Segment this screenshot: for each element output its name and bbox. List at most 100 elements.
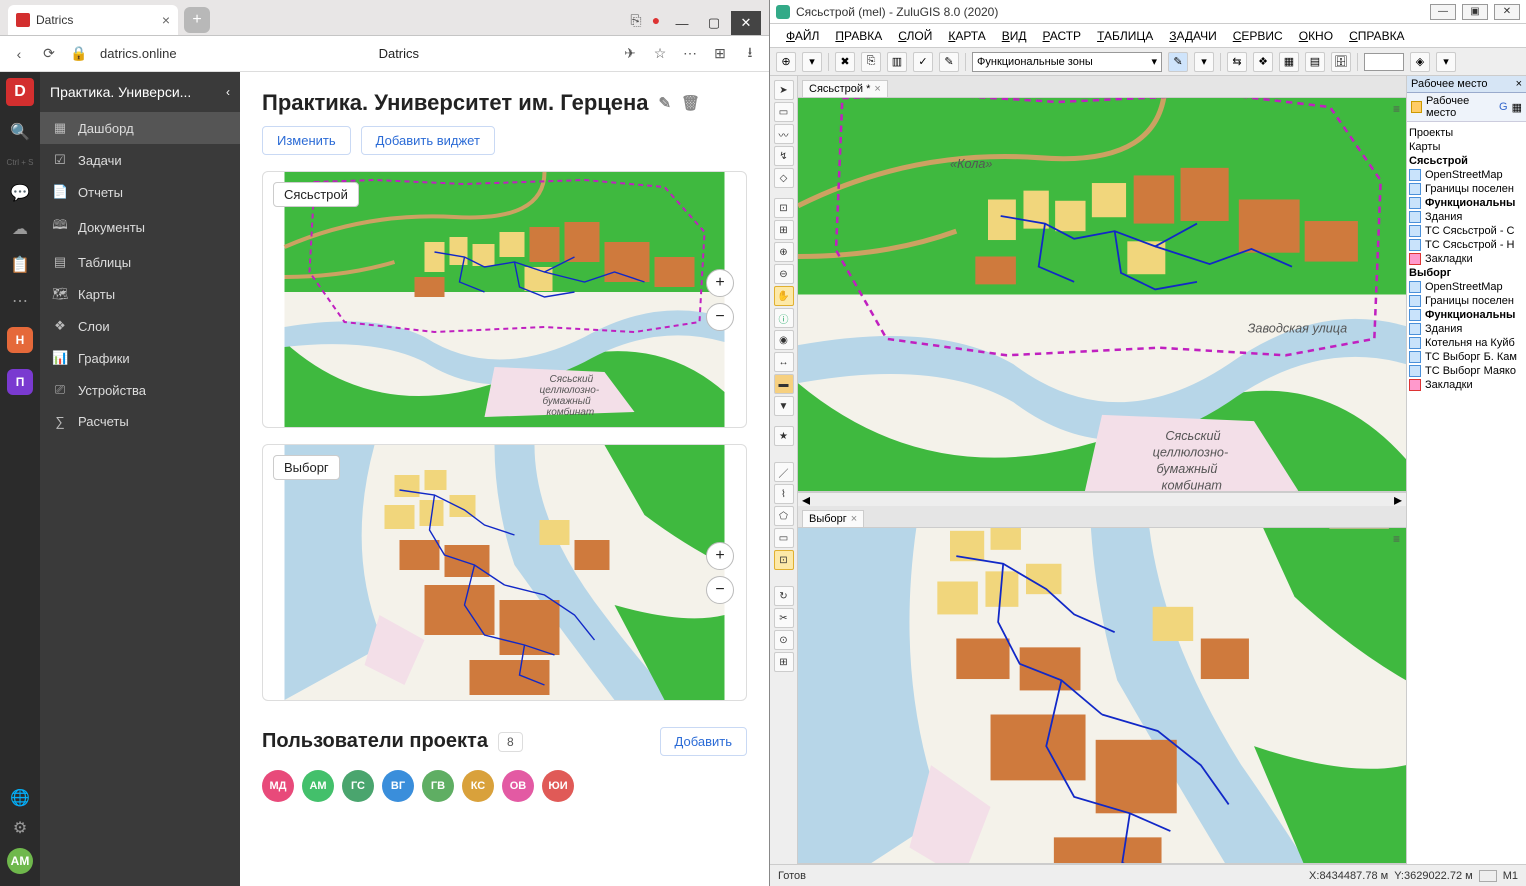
toolbar-table-icon[interactable]: ▤ (1305, 52, 1325, 72)
menu-window[interactable]: ОКНО (1293, 27, 1339, 45)
tree-item[interactable]: Котельня на Куйб (1409, 336, 1524, 350)
tree-item[interactable]: Границы поселен (1409, 294, 1524, 308)
sidebar-item-layers[interactable]: ❖Слои (40, 310, 240, 342)
tool-polygon-icon[interactable]: ⬠ (774, 506, 794, 526)
panel-close-icon[interactable]: × (1516, 78, 1522, 90)
tree-item[interactable]: OpenStreetMap (1409, 168, 1524, 182)
close-button[interactable]: ✕ (731, 11, 761, 35)
layer-dropdown[interactable]: Функциональные зоны ▾ (972, 52, 1162, 72)
tree-item[interactable]: Выборг (1409, 266, 1524, 280)
toolbar-db-icon[interactable]: 🗄 (1331, 52, 1351, 72)
edit-button[interactable]: Изменить (262, 126, 351, 155)
toolbar-dup-icon[interactable]: ▥ (887, 52, 907, 72)
tool-line-icon[interactable]: ／ (774, 462, 794, 482)
add-widget-button[interactable]: Добавить виджет (361, 126, 495, 155)
tool-select-icon[interactable]: ▭ (774, 102, 794, 122)
toolbar-layers-icon[interactable]: ❖ (1253, 52, 1273, 72)
toolbar-link-icon[interactable]: ⇆ (1227, 52, 1247, 72)
layers-icon[interactable]: ▦ (1512, 101, 1522, 114)
tree-section[interactable]: Карты (1409, 140, 1524, 154)
avatar[interactable]: МД (262, 770, 294, 802)
sidebar-item-dashboard[interactable]: ▦Дашборд (40, 112, 240, 144)
map-tab-syasstroy[interactable]: Сясьстрой * × (802, 80, 888, 97)
map-options-icon[interactable]: ≡ (1393, 532, 1400, 546)
url-text[interactable]: datrics.online (100, 46, 177, 61)
cloud-icon[interactable]: ☁ (12, 219, 28, 239)
sidebar-item-maps[interactable]: 🗺Карты (40, 278, 240, 310)
app-logo[interactable]: D (6, 78, 34, 106)
tool-snap2-icon[interactable]: ⊙ (774, 630, 794, 650)
map-view-vyborg[interactable]: 41K-207 ≡ (798, 528, 1406, 864)
menu-help[interactable]: СПРАВКА (1343, 27, 1411, 45)
reader-icon[interactable]: ⎘ (627, 11, 645, 29)
tree-item[interactable]: ТС Сясьстрой - Н (1409, 238, 1524, 252)
more-icon[interactable]: ⋯ (12, 291, 28, 311)
chevron-left-icon[interactable]: ‹ (226, 85, 230, 99)
avatar[interactable]: АМ (302, 770, 334, 802)
notifications-icon[interactable]: ● (647, 11, 665, 29)
tree-item[interactable]: Функциональны (1409, 196, 1524, 210)
toolbar-check-icon[interactable]: ✓ (913, 52, 933, 72)
tree-item[interactable]: Закладки (1409, 378, 1524, 392)
user-avatar[interactable]: АМ (7, 848, 33, 874)
search-icon[interactable]: 🔍 (10, 122, 30, 142)
sidebar-item-documents[interactable]: 🕮Документы (40, 208, 240, 246)
toolbar-field[interactable] (1364, 53, 1404, 71)
toolbar-tag-icon[interactable]: ◈ (1410, 52, 1430, 72)
sidebar-item-charts[interactable]: 📊Графики (40, 342, 240, 374)
menu-table[interactable]: ТАБЛИЦА (1091, 27, 1159, 45)
sidebar-item-reports[interactable]: 📄Отчеты (40, 176, 240, 208)
avatar[interactable]: ГС (342, 770, 374, 802)
tree-item[interactable]: Функциональны (1409, 308, 1524, 322)
map-canvas[interactable] (263, 445, 746, 700)
tool-lasso-icon[interactable]: 〰 (774, 124, 794, 144)
tool-node-icon[interactable]: ◇ (774, 168, 794, 188)
tree-item[interactable]: ТС Сясьстрой - С (1409, 224, 1524, 238)
tool-zoomout-icon[interactable]: ⊖ (774, 264, 794, 284)
zoom-in-button[interactable]: + (706, 269, 734, 297)
menu-edit[interactable]: ПРАВКА (829, 27, 888, 45)
toolbar-copy-icon[interactable]: ⎘ (861, 52, 881, 72)
tab-close-icon[interactable]: × (851, 513, 857, 525)
menu-file[interactable]: ФАЙЛ (780, 27, 825, 45)
toolbar-pencil-icon[interactable]: ✎ (1168, 52, 1188, 72)
map-canvas[interactable]: Сясьский целлюлозно- бумажный комбинат (263, 172, 746, 427)
tab-close-icon[interactable]: × (874, 83, 880, 95)
tab-close-icon[interactable]: × (162, 12, 170, 28)
maximize-button[interactable]: ▣ (1462, 4, 1488, 20)
back-icon[interactable]: ‹ (10, 45, 28, 63)
tool-path-icon[interactable]: ↯ (774, 146, 794, 166)
tool-zoomsel-icon[interactable]: ⊞ (774, 220, 794, 240)
menu-service[interactable]: СЕРВИС (1227, 27, 1289, 45)
clipboard-icon[interactable]: 📋 (10, 255, 30, 275)
tool-identify-icon[interactable]: ◉ (774, 330, 794, 350)
menu-map[interactable]: КАРТА (942, 27, 991, 45)
toolbar-chev-icon[interactable]: ▾ (1194, 52, 1214, 72)
toolbar-new-icon[interactable]: ⊕ (776, 52, 796, 72)
tool-area-icon[interactable]: ▬ (774, 374, 794, 394)
tree-item[interactable]: Границы поселен (1409, 182, 1524, 196)
sidebar-header[interactable]: Практика. Универси... ‹ (40, 72, 240, 112)
overflow-icon[interactable]: ⋯ (681, 45, 699, 63)
avatar[interactable]: ГВ (422, 770, 454, 802)
send-icon[interactable]: ✈ (621, 45, 639, 63)
tool-zoomin-icon[interactable]: ⊕ (774, 242, 794, 262)
tree-item[interactable]: Сясьстрой (1409, 154, 1524, 168)
edit-icon[interactable]: ✎ (659, 94, 672, 112)
menu-raster[interactable]: РАСТР (1037, 27, 1088, 45)
tool-rotate-icon[interactable]: ↻ (774, 586, 794, 606)
tool-extent-icon[interactable]: ⊡ (774, 198, 794, 218)
download-icon[interactable]: ⭳ (741, 45, 759, 63)
toolbar-chev-icon[interactable]: ▾ (802, 52, 822, 72)
sidebar-item-tables[interactable]: ▤Таблицы (40, 246, 240, 278)
toolbar-del-icon[interactable]: ✖ (835, 52, 855, 72)
rail-badge-1[interactable]: Н (7, 327, 33, 353)
map-options-icon[interactable]: ≡ (1393, 102, 1400, 116)
tree-item[interactable]: Здания (1409, 210, 1524, 224)
tool-bookmark-icon[interactable]: ★ (774, 426, 794, 446)
tool-pan-icon[interactable]: ✋ (774, 286, 794, 306)
chat-icon[interactable]: 💬 (10, 183, 30, 203)
menu-view[interactable]: ВИД (996, 27, 1033, 45)
map-tab-vyborg[interactable]: Выборг × (802, 510, 864, 527)
zoom-out-button[interactable]: − (706, 576, 734, 604)
